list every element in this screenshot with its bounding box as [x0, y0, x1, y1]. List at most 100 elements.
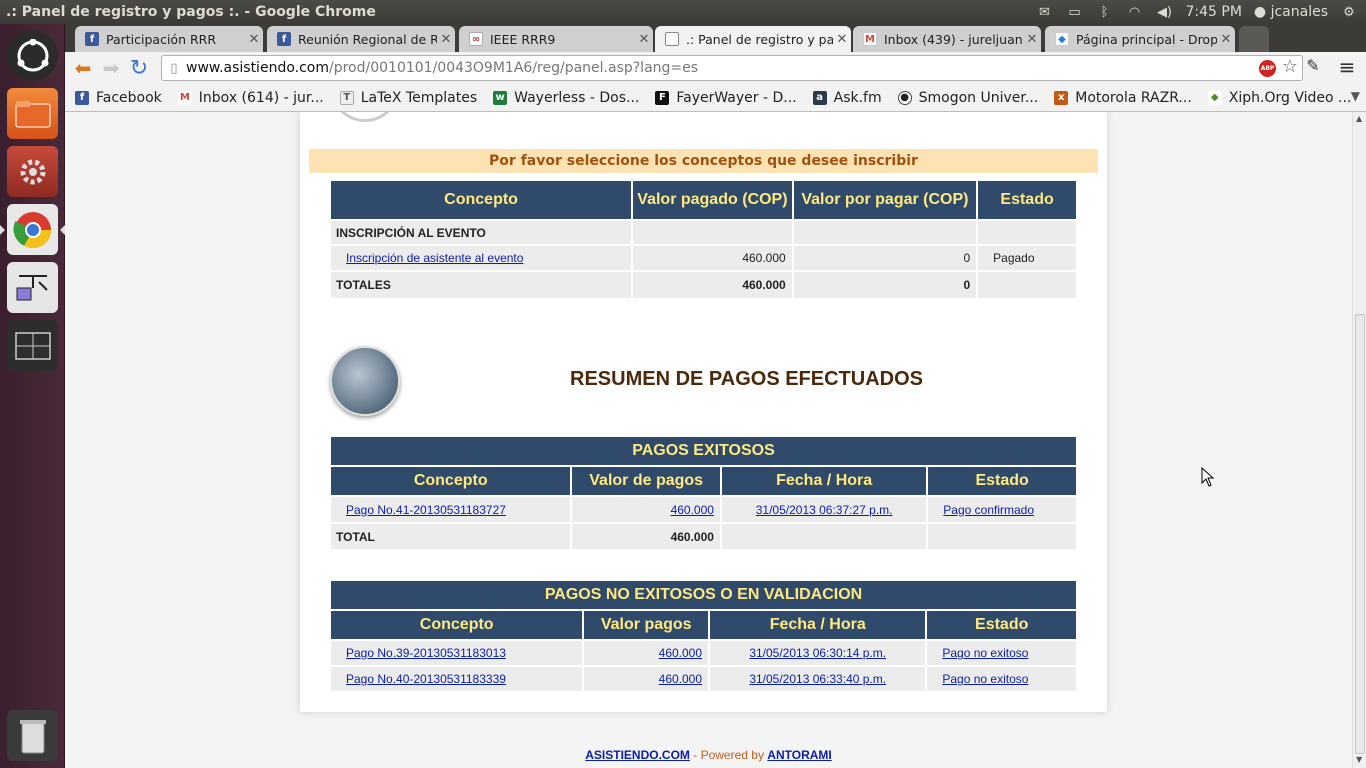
clock[interactable]: 7:45 PM [1185, 4, 1241, 20]
totals-cell [976, 270, 1078, 300]
payment-value-link[interactable]: 460.000 [671, 503, 714, 517]
payment-value-link[interactable]: 460.000 [659, 646, 702, 660]
payment-link[interactable]: Pago No.39-20130531183013 [346, 646, 506, 660]
tab-reunion[interactable]: f Reunión Regional de Ram ✕ [267, 26, 455, 52]
chrome-icon[interactable] [0, 204, 65, 255]
files-icon[interactable] [7, 88, 58, 139]
tab-participacion[interactable]: f Participación RRR ✕ [75, 26, 263, 52]
ieee-icon: ∞ [469, 32, 483, 46]
tab-label: Inbox (439) - jureljuan@g [884, 31, 1023, 47]
system-settings-icon[interactable] [7, 146, 58, 197]
xda-icon: x [1054, 90, 1069, 105]
top-panel: .: Panel de registro y pagos :. - Google… [0, 0, 1366, 24]
close-icon[interactable]: ✕ [1217, 32, 1235, 47]
failed-payments-table: PAGOS NO EXITOSOS O EN VALIDACION Concep… [328, 579, 1078, 693]
battery-icon[interactable]: ▭ [1065, 5, 1083, 20]
payment-status-link[interactable]: Pago no exitoso [942, 672, 1028, 686]
section-row: INSCRIPCIÓN AL EVENTO [328, 219, 1078, 246]
column-header: Fecha / Hora [719, 465, 929, 497]
wayerless-icon: w [493, 90, 508, 105]
tab-ieee[interactable]: ∞ IEEE RRR9 ✕ [459, 26, 653, 52]
column-header: Fecha / Hora [708, 609, 928, 641]
back-icon[interactable]: ⬅ [69, 54, 97, 82]
tab-dropbox[interactable]: ◆ Página principal - Dropbox ✕ [1045, 26, 1235, 52]
status-text: Pagado [976, 244, 1078, 272]
chrome-window: f Participación RRR ✕ f Reunión Regional… [65, 24, 1366, 768]
bookmark-smogon[interactable]: ● Smogon Univer... [897, 89, 1039, 106]
askfm-icon: a [812, 90, 827, 105]
scroll-down-icon[interactable]: ▼ [1356, 755, 1362, 764]
eyedropper-icon[interactable]: ✎ [1301, 56, 1325, 80]
totals-pending: 0 [791, 270, 979, 300]
ubuntu-dash-icon[interactable] [7, 30, 58, 81]
tab-label: IEEE RRR9 [490, 31, 556, 47]
close-icon[interactable]: ✕ [437, 32, 455, 47]
totals-cell [926, 522, 1078, 551]
bluetooth-icon[interactable]: ᛒ [1095, 5, 1113, 20]
section-cell [791, 219, 979, 246]
bookmark-askfm[interactable]: a Ask.fm [812, 89, 882, 106]
table-header-row: Concepto Valor de pagos Fecha / Hora Est… [328, 465, 1078, 497]
address-bar[interactable]: ▯ www.asistiendo.com/prod/0010101/0043O9… [161, 55, 1303, 81]
payment-link[interactable]: Pago No.40-20130531183339 [346, 672, 506, 686]
workspace-switcher-icon[interactable] [7, 320, 58, 371]
reload-icon[interactable]: ↻ [125, 54, 153, 82]
bookmark-label: Ask.fm [833, 89, 882, 106]
close-icon[interactable]: ✕ [635, 32, 653, 47]
bookmark-facebook[interactable]: f Facebook [75, 90, 162, 106]
adblock-icon[interactable]: ABP [1259, 60, 1276, 77]
payment-date-link[interactable]: 31/05/2013 06:37:27 p.m. [756, 503, 893, 517]
table-row: Pago No.41-20130531183727 460.000 31/05/… [328, 495, 1078, 524]
bookmark-label: Smogon Univer... [918, 89, 1039, 106]
close-icon[interactable]: ✕ [833, 32, 851, 47]
star-icon[interactable]: ☆ [1282, 56, 1298, 77]
bookmarks-overflow-icon[interactable]: ▼ [1351, 89, 1360, 103]
bookmark-fayerwayer[interactable]: F FayerWayer - D... [655, 90, 797, 106]
bookmark-latex[interactable]: T LaTeX Templates [339, 90, 477, 106]
tab-inbox[interactable]: M Inbox (439) - jureljuan@g ✕ [853, 26, 1041, 52]
gear-icon[interactable]: ⚙ [1340, 5, 1358, 20]
bookmark-xiph[interactable]: ◆ Xiph.Org Video ... [1207, 90, 1351, 106]
forward-icon[interactable]: ➡ [97, 54, 125, 82]
payment-date-link[interactable]: 31/05/2013 06:33:40 p.m. [749, 672, 886, 686]
url-path: /prod/0010101/0043O9M1A6/reg/panel.asp?l… [329, 60, 699, 76]
scroll-up-icon[interactable]: ▲ [1356, 114, 1362, 123]
tab-panel[interactable]: .: Panel de registro y pagos ✕ [655, 26, 851, 52]
column-header: Concepto [328, 609, 585, 641]
circuit-editor-icon[interactable] [7, 262, 58, 313]
tab-label: Reunión Regional de Ram [298, 31, 437, 47]
page-info-icon[interactable]: ▯ [162, 61, 186, 76]
close-icon[interactable]: ✕ [1023, 32, 1041, 47]
menu-icon[interactable]: ≡ [1335, 55, 1359, 79]
xiph-icon: ◆ [1207, 90, 1222, 105]
paid-value: 460.000 [631, 244, 794, 272]
launcher [0, 24, 65, 768]
footer-powered-link[interactable]: ANTORAMI [767, 748, 831, 762]
bookmark-motorola[interactable]: x Motorola RAZR... [1054, 90, 1192, 106]
gmail-icon: M [177, 90, 192, 105]
payment-value-link[interactable]: 460.000 [659, 672, 702, 686]
payment-status-link[interactable]: Pago confirmado [943, 503, 1034, 517]
totals-label: TOTAL [328, 522, 573, 551]
mail-icon[interactable]: ✉ [1035, 5, 1053, 20]
bookmark-inbox[interactable]: M Inbox (614) - jur... [177, 90, 324, 106]
vertical-scrollbar[interactable]: ▲ ▼ [1352, 112, 1366, 768]
trash-icon[interactable] [7, 710, 58, 761]
bookmark-wayerless[interactable]: w Wayerless - Dos... [493, 90, 639, 106]
concepts-table: Concepto Valor pagado (COP) Valor por pa… [328, 179, 1078, 300]
payment-status-link[interactable]: Pago no exitoso [942, 646, 1028, 660]
concept-link[interactable]: Inscripción de asistente al evento [346, 251, 523, 265]
column-header: Valor pagado (COP) [631, 179, 794, 221]
table-header-row: Concepto Valor pagado (COP) Valor por pa… [328, 179, 1078, 221]
user-menu[interactable]: ● jcanales [1254, 4, 1328, 20]
payment-link[interactable]: Pago No.41-20130531183727 [346, 503, 506, 517]
wifi-icon[interactable]: ◠ [1125, 5, 1143, 20]
new-tab-button[interactable] [1239, 26, 1269, 52]
toolbar: ⬅ ➡ ↻ ▯ www.asistiendo.com/prod/0010101/… [65, 52, 1366, 84]
scroll-thumb[interactable] [1355, 314, 1365, 754]
footer-brand-link[interactable]: ASISTIENDO.COM [585, 748, 690, 762]
payment-date-link[interactable]: 31/05/2013 06:30:14 p.m. [749, 646, 886, 660]
successful-payments-table: PAGOS EXITOSOS Concepto Valor de pagos F… [328, 435, 1078, 551]
close-icon[interactable]: ✕ [245, 32, 263, 47]
volume-icon[interactable]: ◀) [1155, 5, 1173, 20]
